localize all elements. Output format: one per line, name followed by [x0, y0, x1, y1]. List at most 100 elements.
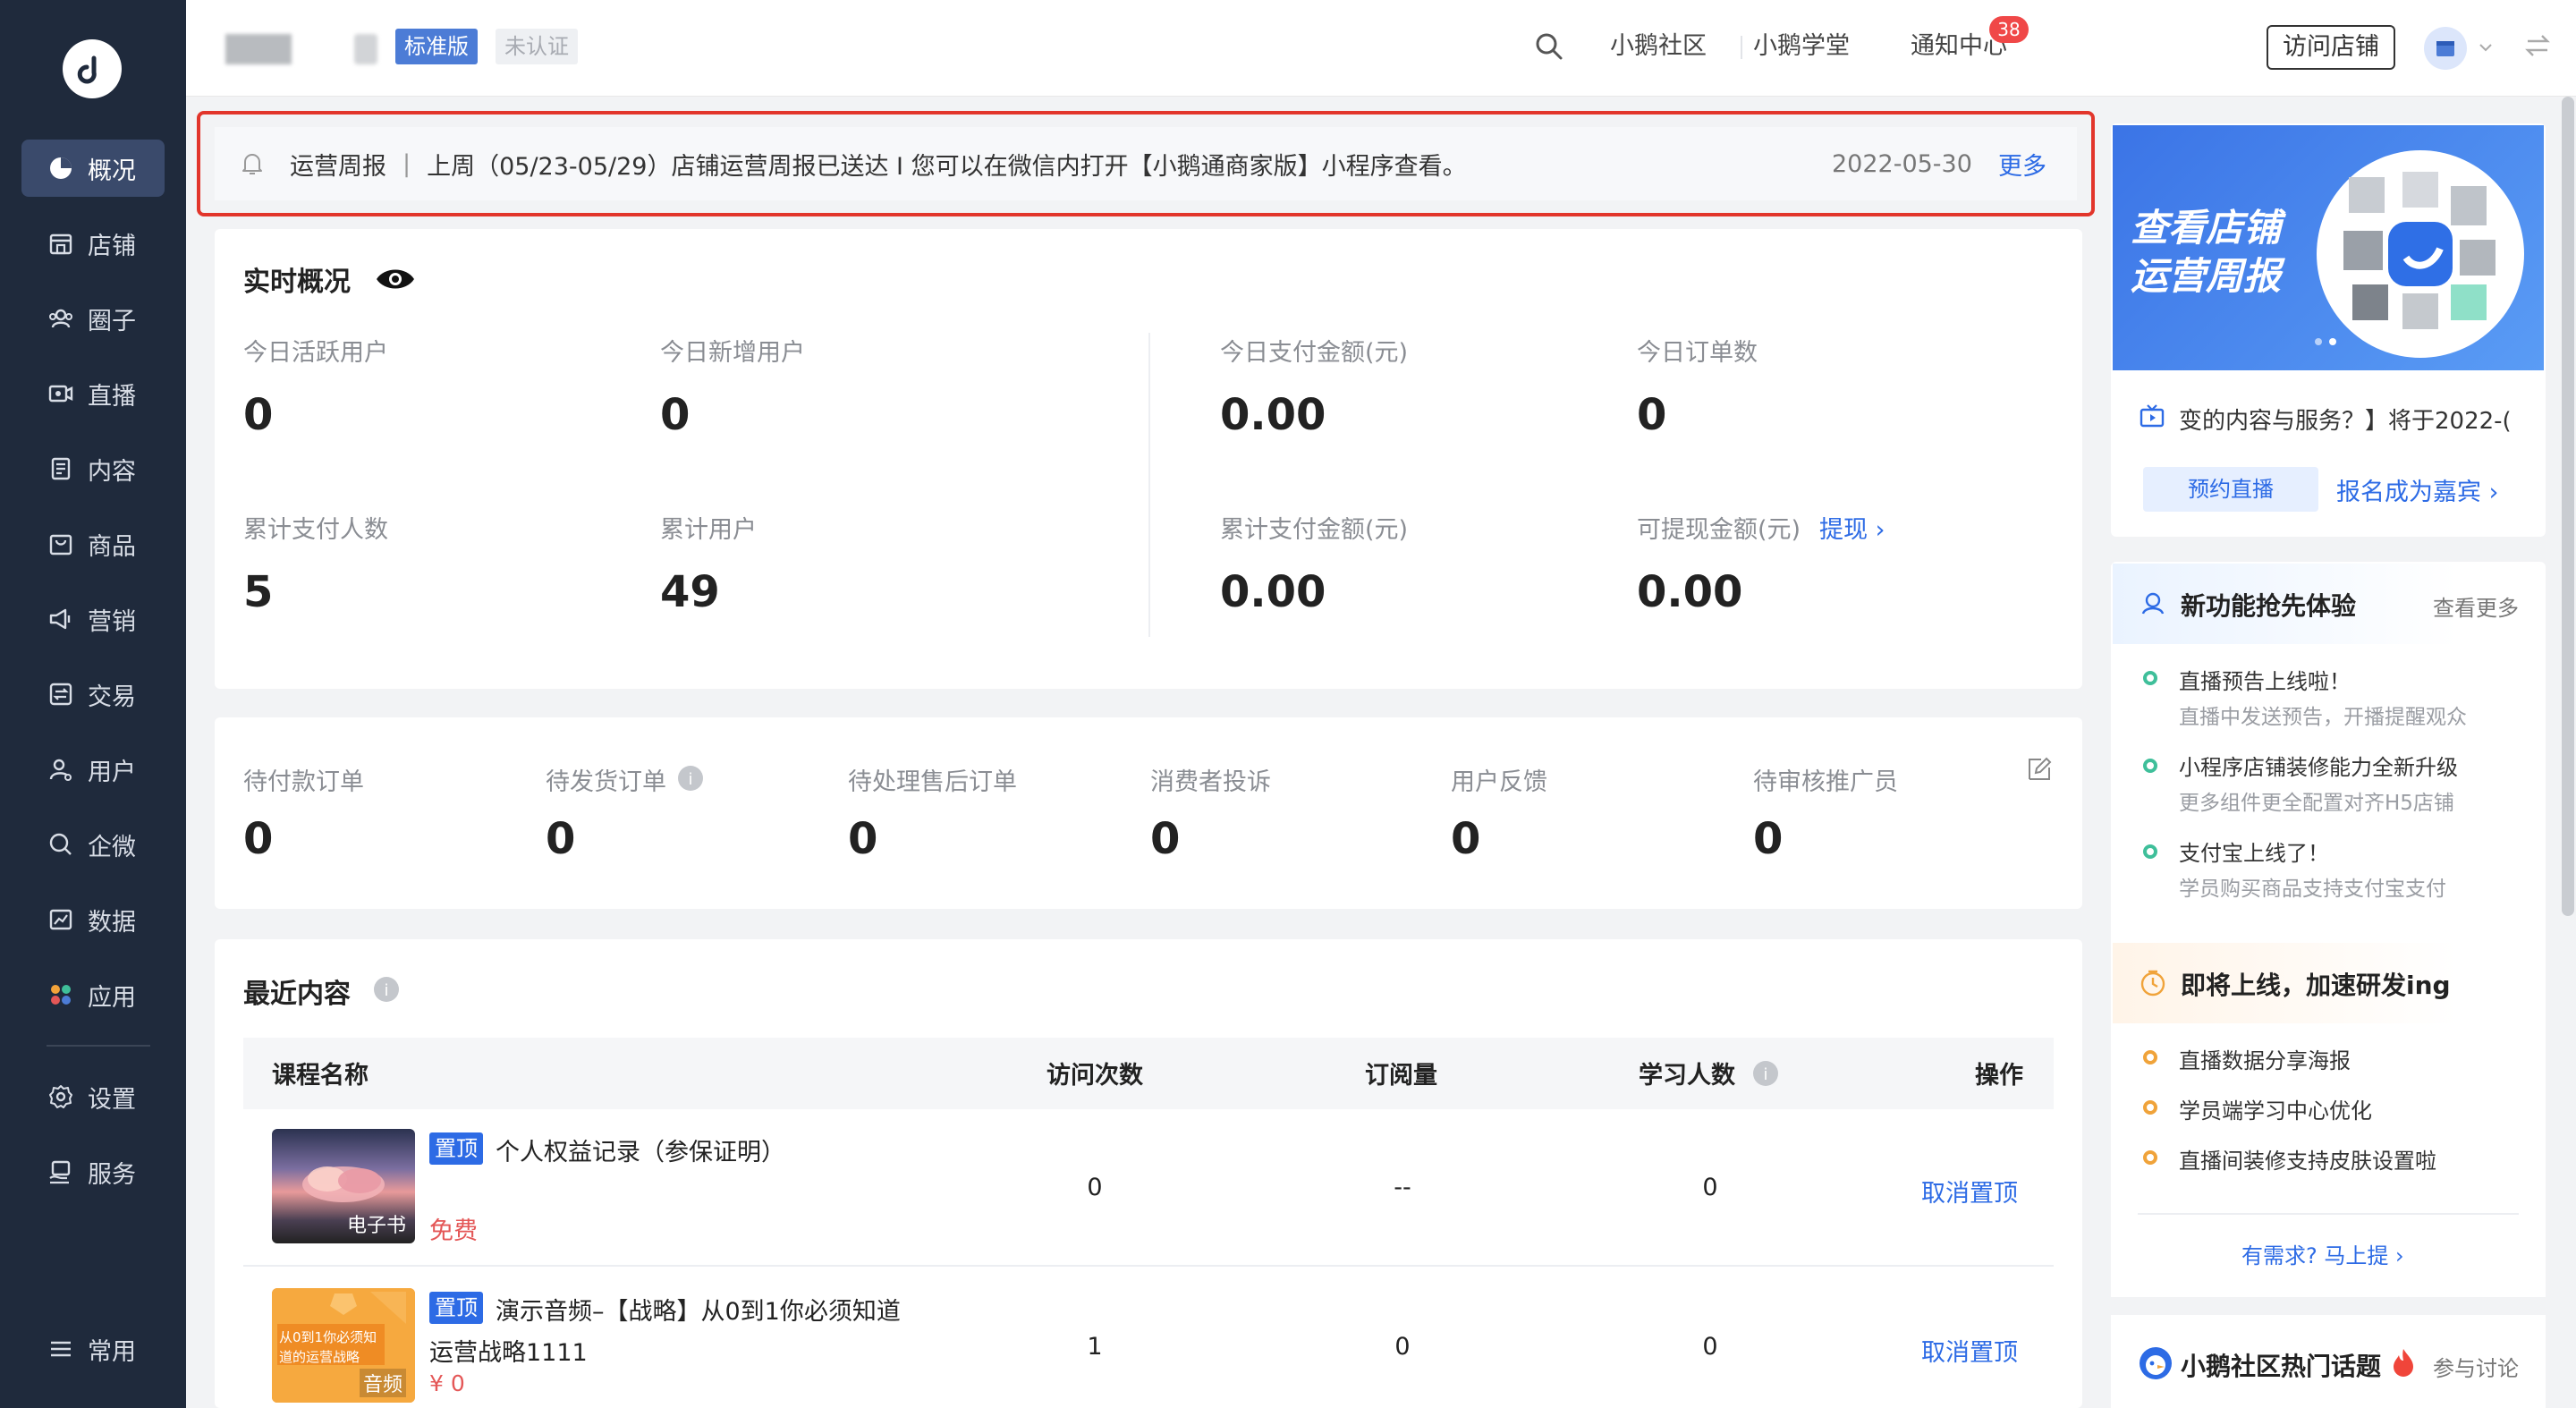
withdraw-link[interactable]: 提现 › [1819, 510, 1885, 545]
chevron-down-icon[interactable] [2476, 38, 2496, 57]
course-thumbnail[interactable]: 从0到1你必须知道的运营战略 音频 [272, 1288, 415, 1403]
header-separator [1741, 36, 1742, 59]
course-thumbnail[interactable]: 电子书 [272, 1129, 415, 1243]
feature-title[interactable]: 支付宝上线了！ [2179, 835, 2329, 867]
live-announcement[interactable]: 变的内容与服务？】将于2022-( [2179, 403, 2522, 436]
column-header: 学习人数 [1639, 1062, 1735, 1090]
subscription-count: 0 [1394, 1333, 1411, 1361]
sidebar-item-community[interactable]: 圈子 [21, 290, 165, 347]
shop-avatar-blurred [354, 34, 377, 64]
app-logo[interactable] [63, 39, 122, 98]
sidebar-item-label: 店铺 [88, 232, 136, 260]
sidebar-item-overview[interactable]: 概况 [21, 140, 165, 197]
sidebar-item-product[interactable]: 商品 [21, 515, 165, 573]
be-guest-link[interactable]: 报名成为嘉宾 › [2336, 472, 2498, 507]
sidebar-item-label: 数据 [88, 908, 136, 937]
visit-store-button[interactable]: 访问店铺 [2267, 25, 2395, 70]
request-feature-link[interactable]: 有需求? 马上提 › [2241, 1238, 2404, 1269]
sidebar-item-content[interactable]: 内容 [21, 440, 165, 497]
sidebar-item-live[interactable]: 直播 [21, 365, 165, 422]
megaphone-icon [47, 605, 75, 633]
sidebar-item-apps[interactable]: 应用 [21, 966, 165, 1023]
stat-value: 0.00 [1637, 567, 1743, 617]
svg-text:i: i [384, 981, 388, 1000]
carousel-dot[interactable] [2315, 338, 2322, 345]
todo-value[interactable]: 0 [546, 814, 575, 864]
todo-label[interactable]: 待付款订单 [243, 762, 364, 797]
course-title-line2[interactable]: 运营战略1111 [429, 1333, 588, 1368]
sidebar-item-settings[interactable]: 设置 [21, 1068, 165, 1125]
info-icon[interactable]: i [1751, 1059, 1780, 1088]
be-guest-label: 报名成为嘉宾 [2336, 479, 2481, 506]
store-switch-button[interactable] [2424, 27, 2467, 70]
pinned-tag: 置顶 [429, 1132, 483, 1165]
academy-link[interactable]: 小鹅学堂 [1753, 27, 1850, 66]
sparkle-icon [2141, 592, 2165, 615]
todo-value[interactable]: 0 [1753, 814, 1783, 864]
sidebar-item-label: 圈子 [88, 307, 136, 335]
data-icon [47, 905, 75, 934]
unpin-button[interactable]: 取消置顶 [1921, 1333, 2018, 1368]
feature-subtitle: 更多组件更全配置对齐H5店铺 [2179, 792, 2454, 815]
stat-value: 0 [660, 390, 691, 440]
swap-icon[interactable] [2522, 30, 2553, 61]
sidebar-item-label: 直播 [88, 382, 136, 411]
todo-value[interactable]: 0 [1150, 814, 1180, 864]
divider [2138, 1213, 2519, 1215]
unpin-button[interactable]: 取消置顶 [1921, 1174, 2018, 1209]
feature-title[interactable]: 直播预告上线啦！ [2179, 664, 2351, 695]
todo-label[interactable]: 消费者投诉 [1150, 762, 1271, 797]
reserve-live-button[interactable]: 预约直播 [2143, 467, 2318, 512]
sidebar-item-transaction[interactable]: 交易 [21, 666, 165, 723]
sidebar-item-data[interactable]: 数据 [21, 891, 165, 948]
todo-label[interactable]: 用户反馈 [1451, 762, 1547, 797]
stat-label: 累计支付人数 [243, 516, 388, 544]
join-discussion-link[interactable]: 参与讨论 [2433, 1351, 2519, 1382]
stat-value: 0 [243, 390, 274, 440]
sidebar-item-service[interactable]: 服务 [21, 1143, 165, 1200]
sidebar-item-store[interactable]: 店铺 [21, 215, 165, 272]
todo-value[interactable]: 0 [848, 814, 877, 864]
stat-value: 49 [660, 567, 720, 617]
todo-label[interactable]: 待发货订单 [546, 762, 666, 797]
sidebar-item-common[interactable]: 常用 [21, 1320, 165, 1378]
todo-label[interactable]: 待审核推广员 [1753, 762, 1898, 797]
store-icon [2436, 41, 2454, 56]
banner-line1: 查看店铺 [2131, 206, 2282, 250]
learner-count: 0 [1702, 1174, 1718, 1201]
search-icon[interactable] [1533, 30, 1565, 63]
green-dot [2143, 844, 2157, 859]
verify-badge[interactable]: 未认证 [496, 29, 578, 64]
view-more-link[interactable]: 查看更多 [2433, 590, 2519, 622]
shop-name-blurred [225, 34, 292, 64]
feature-title[interactable]: 小程序店铺装修能力全新升级 [2179, 750, 2458, 781]
sidebar-item-users[interactable]: 用户 [21, 741, 165, 798]
qr-code-circle [2317, 150, 2524, 358]
weekly-report-banner[interactable]: 查看店铺 运营周报 [2113, 125, 2544, 370]
carousel-dot[interactable] [2329, 338, 2336, 345]
feature-subtitle: 学员购买商品支持支付宝支付 [2179, 878, 2446, 901]
info-icon[interactable]: i [676, 764, 705, 793]
eye-icon[interactable] [374, 265, 417, 293]
column-header: 课程名称 [272, 1062, 369, 1090]
upcoming-item: 学员端学习中心优化 [2179, 1098, 2372, 1124]
orange-dot [2143, 1150, 2157, 1165]
wecom-icon [47, 830, 75, 859]
stat-value: 5 [243, 567, 274, 617]
info-icon[interactable]: i [372, 975, 401, 1004]
service-icon [47, 1158, 75, 1186]
community-link[interactable]: 小鹅社区 [1610, 27, 1707, 66]
todo-label[interactable]: 待处理售后订单 [848, 762, 1017, 797]
pinned-tag: 置顶 [429, 1292, 483, 1324]
todo-value[interactable]: 0 [243, 814, 273, 864]
community-topics-title: 小鹅社区热门话题 [2181, 1352, 2382, 1381]
todo-value[interactable]: 0 [1451, 814, 1480, 864]
clock-icon [2140, 970, 2165, 997]
pie-chart-icon [47, 154, 75, 182]
course-title[interactable]: 个人权益记录（参保证明） [496, 1132, 785, 1167]
sidebar-item-marketing[interactable]: 营销 [21, 590, 165, 648]
sidebar-item-wecom[interactable]: 企微 [21, 816, 165, 873]
course-title[interactable]: 演示音频–【战略】从0到1你必须知道 [496, 1292, 901, 1327]
page-scrollbar[interactable] [2562, 97, 2574, 916]
edit-icon[interactable] [2025, 755, 2054, 784]
